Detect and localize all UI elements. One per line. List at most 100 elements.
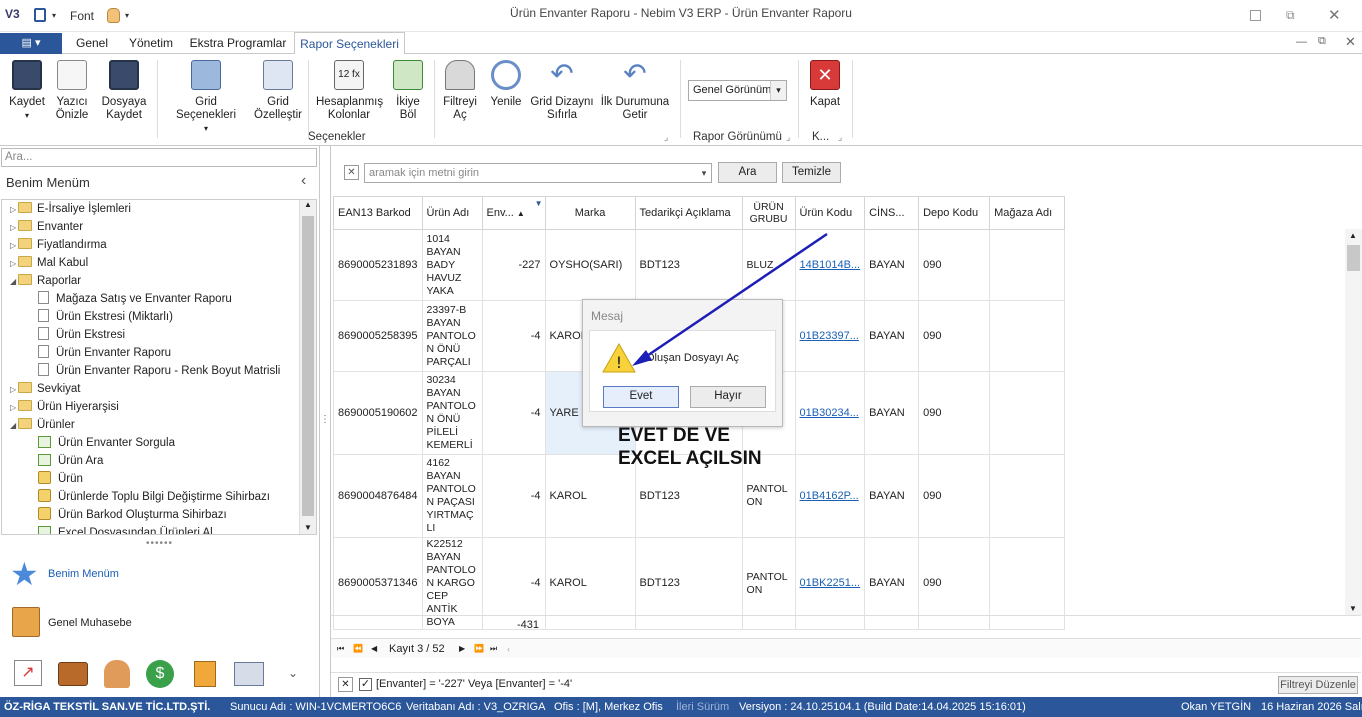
scroll-up-icon[interactable]: ▲ [304, 200, 312, 209]
cell-urun-adi[interactable]: 1014 BAYAN BADY HAVUZ YAKA [421, 229, 483, 301]
filter-icon[interactable]: ▼ [535, 199, 543, 208]
grid-ozellestir-button[interactable]: Grid Özelleştir [254, 60, 302, 122]
close-window-icon[interactable]: ✕ [1328, 6, 1341, 24]
close-mdi-icon[interactable]: ✕ [1345, 34, 1356, 50]
filtreyi-duzenle-button[interactable]: Filtreyi Düzenle [1278, 676, 1358, 694]
ikiye-bol-button[interactable]: İkiye Böl [390, 60, 426, 122]
nav-benim-menum[interactable]: ★ Benim Menüm [10, 556, 310, 592]
tab-ekstra-programlar[interactable]: Ekstra Programlar [188, 32, 288, 54]
yenile-button[interactable]: Yenile [486, 60, 526, 109]
restore-icon[interactable]: ⧉ [1286, 8, 1295, 23]
dialog-launcher-icon[interactable]: ⌟ [664, 132, 668, 143]
tree-item[interactable]: ▷ Envanter [10, 218, 83, 236]
folder-icon[interactable] [194, 661, 216, 687]
collapsed-arrow-icon[interactable]: ▷ [10, 381, 18, 399]
cell-urun-adi[interactable]: 4162 BAYAN PANTOLO N PAÇASI YIRTMAÇLI [421, 454, 483, 538]
chevron-down-icon[interactable]: ▾ [697, 164, 711, 182]
cell-magaza[interactable] [989, 371, 1066, 455]
nav-last-icon[interactable]: ⏭ [490, 639, 497, 659]
scroll-down-icon[interactable]: ▼ [1349, 604, 1357, 613]
nav-next-page-icon[interactable]: ⏩ [474, 639, 484, 659]
minimize-ribbon-icon[interactable]: — [1296, 36, 1307, 48]
cell-depo[interactable]: 090 [918, 229, 991, 301]
nav-prev-page-icon[interactable]: ⏪ [353, 639, 363, 659]
more-chevron-down-icon[interactable]: ⌄ [288, 666, 298, 680]
cell-barkod[interactable]: 8690005231893 [333, 229, 423, 301]
cell-urun-kodu[interactable]: 01B30234... [794, 371, 866, 455]
app-menu-button[interactable]: ▤ ▾ [0, 33, 62, 54]
cell-envanter[interactable]: -4 [481, 454, 546, 538]
grid-search-input[interactable]: aramak için metni girin ▾ [364, 163, 712, 183]
view-select[interactable]: Genel Görünüm ▾ [688, 80, 787, 101]
nav-first-icon[interactable]: ⏮ [337, 639, 344, 659]
briefcase-icon[interactable] [58, 662, 88, 686]
cell-barkod[interactable]: 8690005190602 [333, 371, 423, 455]
dialog-launcher-icon[interactable]: ⌟ [786, 132, 790, 143]
grid-vscrollbar[interactable]: ▲ ▼ [1345, 229, 1362, 615]
collapsed-arrow-icon[interactable]: ▷ [10, 219, 18, 237]
tree-item[interactable]: ▷ Sevkiyat [10, 380, 80, 398]
scroll-down-icon[interactable]: ▼ [304, 523, 312, 532]
clear-filter-icon[interactable]: ✕ [338, 677, 353, 692]
dosyaya-kaydet-button[interactable]: Dosyaya Kaydet [98, 60, 150, 122]
dialog-launcher-icon[interactable]: ⌟ [838, 132, 842, 143]
collapsed-arrow-icon[interactable]: ▷ [10, 201, 18, 219]
tree-item[interactable]: Ürün Envanter Sorgula [38, 434, 175, 452]
splitter-grip[interactable]: •••••• [146, 538, 173, 549]
money-icon[interactable]: $ [146, 660, 174, 688]
tree-item[interactable]: Ürün [38, 470, 83, 488]
temizle-button[interactable]: Temizle [782, 162, 841, 183]
cell-urun-adi[interactable]: 30234 BAYAN PANTOLO N ÖNÜ PİLELİ KEMERLİ [421, 371, 483, 455]
column-header-urun-grubu[interactable]: ÜRÜN GRUBU [741, 196, 796, 230]
ilk-durumuna-getir-button[interactable]: ↶ İlk Durumuna Getir [600, 60, 670, 122]
hscroll-left-icon[interactable]: ‹ [507, 639, 510, 659]
cell-magaza[interactable] [989, 229, 1066, 301]
column-header-magaza-adi[interactable]: Mağaza Adı [989, 196, 1066, 230]
evet-button[interactable]: Evet [603, 386, 679, 408]
cell-magaza[interactable] [989, 300, 1066, 372]
column-header-envanter[interactable]: Env... ▲ ▼ [481, 196, 546, 230]
tree-item[interactable]: ▷ Mal Kabul [10, 254, 88, 272]
nav-next-icon[interactable]: ▶ [459, 639, 465, 659]
cell-urun-kodu[interactable]: 01B4162P... [794, 454, 866, 538]
cell-cins[interactable]: BAYAN [864, 229, 920, 301]
cell-envanter[interactable]: -227 [481, 229, 546, 301]
cell-cins[interactable]: BAYAN [864, 454, 920, 538]
column-header-ean13-barkod[interactable]: EAN13 Barkod [333, 196, 423, 230]
tree-scrollbar[interactable]: ▲ ▼ [299, 200, 316, 534]
expanded-arrow-icon[interactable]: ◢ [10, 417, 18, 435]
cell-urun-kodu-text[interactable]: 01BK2251... [800, 577, 861, 589]
print-icon[interactable] [234, 662, 264, 686]
cell-barkod[interactable]: 8690004876484 [333, 454, 423, 538]
restore-mdi-icon[interactable]: ⧉ [1318, 35, 1326, 48]
tree-item[interactable]: ▷ Ürün Hiyerarşisi [10, 398, 119, 416]
tree-item[interactable]: ◢ Ürünler [10, 416, 75, 434]
menu-search-input[interactable]: Ara... [1, 148, 317, 167]
collapsed-arrow-icon[interactable]: ▷ [10, 237, 18, 255]
expanded-arrow-icon[interactable]: ◢ [10, 273, 18, 291]
tab-rapor-secenekleri[interactable]: Rapor Seçenekleri [294, 32, 405, 55]
column-header-marka[interactable]: Marka [544, 196, 636, 230]
tree-item[interactable]: Ürün Barkod Oluşturma Sihirbazı [38, 506, 227, 524]
ara-button[interactable]: Ara [718, 162, 777, 183]
panel-splitter[interactable]: ⋮ [320, 414, 330, 425]
kaydet-button[interactable]: Kaydet ▾ [4, 60, 50, 122]
cell-depo[interactable]: 090 [918, 371, 991, 455]
grid-dizayni-sifirla-button[interactable]: ↶ Grid Dizaynı Sıfırla [530, 60, 594, 122]
chart-icon[interactable]: ↗ [14, 660, 42, 686]
clear-search-icon[interactable]: ✕ [344, 165, 359, 180]
collapsed-arrow-icon[interactable]: ▷ [10, 255, 18, 273]
tree-item[interactable]: ▷ Fiyatlandırma [10, 236, 107, 254]
cell-depo[interactable]: 090 [918, 300, 991, 372]
cell-urun-adi[interactable]: 23397-B BAYAN PANTOLO N ÖNÜ PARÇALI [421, 300, 483, 372]
column-header-urun-adi[interactable]: Ürün Adı [421, 196, 483, 230]
nav-genel-muhasebe[interactable]: Genel Muhasebe [12, 607, 312, 639]
scroll-up-icon[interactable]: ▲ [1349, 231, 1357, 240]
hesaplanmis-kolonlar-button[interactable]: 12 fx Hesaplanmış Kolonlar [316, 60, 383, 122]
tree-item[interactable]: Ürün Envanter Raporu - Renk Boyut Matris… [38, 362, 280, 380]
tree-item[interactable]: Ürün Ekstresi [38, 326, 125, 344]
cell-cins[interactable]: BAYAN [864, 300, 920, 372]
cell-envanter[interactable]: -4 [481, 371, 546, 455]
tree-item[interactable]: Excel Dosyasından Ürünleri Al [38, 524, 213, 534]
cell-magaza[interactable] [989, 454, 1066, 538]
